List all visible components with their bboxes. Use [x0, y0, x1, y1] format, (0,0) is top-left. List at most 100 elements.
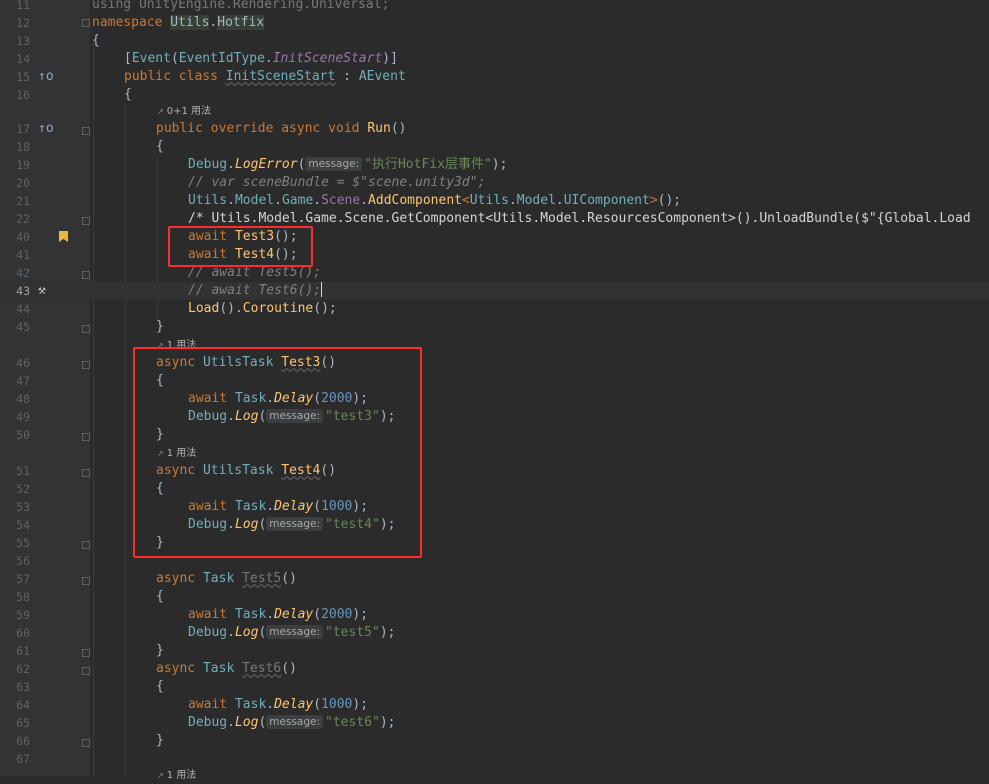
- code-line-60[interactable]: 60 Debug.Log(message: "test5");: [0, 624, 989, 642]
- line-number: 13: [16, 34, 30, 48]
- fold-marker[interactable]: [82, 667, 90, 675]
- line-number: 57: [16, 572, 30, 586]
- highlight-box: [133, 347, 422, 558]
- line-number: 40: [16, 230, 30, 244]
- line-number: 52: [16, 482, 30, 496]
- usage-hint[interactable]: ↗ 0+1 用法: [157, 104, 211, 120]
- code-line-65[interactable]: 65 Debug.Log(message: "test6");: [0, 714, 989, 732]
- bookmark-icon[interactable]: [59, 231, 68, 242]
- line-number: 60: [16, 626, 30, 640]
- code-line-64[interactable]: 64 await Task.Delay(1000);: [0, 696, 989, 714]
- line-number: 62: [16, 662, 30, 676]
- line-number: 16: [16, 88, 30, 102]
- code-line-16[interactable]: 16 {: [0, 86, 989, 104]
- line-number: 22: [16, 212, 30, 226]
- code-line-12[interactable]: 12 namespace Utils.Hotfix: [0, 14, 989, 32]
- line-number: 55: [16, 536, 30, 550]
- namespace-name: Utils: [170, 15, 210, 30]
- code-line-63[interactable]: 63 {: [0, 678, 989, 696]
- parameter-hint: message:: [266, 625, 324, 639]
- comment: // var sceneBundle = $"scene.unity3d";: [188, 175, 486, 190]
- code-line-11[interactable]: 11 using UnityEngine.Rendering.Universal…: [0, 0, 989, 14]
- fold-marker[interactable]: [82, 649, 90, 657]
- type-name: EventIdType: [178, 51, 265, 66]
- code-line-40[interactable]: 40 await Test3();: [0, 228, 989, 246]
- line-number: 49: [16, 410, 30, 424]
- overrides-icon[interactable]: ↑o: [38, 120, 54, 138]
- line-number: 42: [16, 266, 30, 280]
- keyword: namespace: [92, 15, 163, 30]
- line-number: 43: [16, 284, 30, 298]
- fold-marker[interactable]: [82, 541, 90, 549]
- code-line-18[interactable]: 18 {: [0, 138, 989, 156]
- line-number: 18: [16, 140, 30, 154]
- usage-icon: ↗: [157, 107, 164, 116]
- code-line-15[interactable]: 15 ↑o public class InitSceneStart : AEve…: [0, 68, 989, 86]
- code-line-14[interactable]: 14 [Event(EventIdType.InitSceneStart)]: [0, 50, 989, 68]
- code-line-41[interactable]: 41 await Test4();: [0, 246, 989, 264]
- fold-marker[interactable]: [82, 217, 90, 225]
- code-line-13[interactable]: 13 {: [0, 32, 989, 50]
- fold-marker[interactable]: [82, 361, 90, 369]
- code-line-62[interactable]: 62 async Task Test6(): [0, 660, 989, 678]
- code-line-22[interactable]: 22 /* Utils.Model.Game.Scene.GetComponen…: [0, 210, 989, 228]
- line-number: 47: [16, 374, 30, 388]
- fold-marker[interactable]: [82, 433, 90, 441]
- code-line-19[interactable]: 19 Debug.LogError(message: "执行HotFix层事件")…: [0, 156, 989, 174]
- line-number: 53: [16, 500, 30, 514]
- line-number: 46: [16, 356, 30, 370]
- keyword: public override async void: [156, 121, 360, 136]
- line-number: 59: [16, 608, 30, 622]
- line-number: 56: [16, 554, 30, 568]
- code-line-44[interactable]: 44 Load().Coroutine();: [0, 300, 989, 318]
- code-line-59[interactable]: 59 await Task.Delay(2000);: [0, 606, 989, 624]
- line-number: 67: [16, 752, 30, 766]
- attribute-name: Event: [131, 51, 171, 66]
- implements-icon[interactable]: ↑o: [38, 68, 54, 86]
- namespace-name: Hotfix: [217, 15, 265, 30]
- line-number: 17: [16, 122, 30, 136]
- line-number: 61: [16, 644, 30, 658]
- hammer-icon[interactable]: ⚒: [38, 282, 46, 300]
- usage-hint[interactable]: ↗ 1 用法: [157, 768, 196, 784]
- code-editor[interactable]: 11 using UnityEngine.Rendering.Universal…: [0, 0, 989, 781]
- code-line-66[interactable]: 66 }: [0, 732, 989, 750]
- line-number: 64: [16, 698, 30, 712]
- parameter-hint: message:: [305, 157, 363, 171]
- keyword: public class: [124, 69, 218, 84]
- code-text: using UnityEngine.Rendering.Universal;: [92, 0, 390, 12]
- line-number: 20: [16, 176, 30, 190]
- line-number: 15: [16, 70, 30, 84]
- fold-marker[interactable]: [82, 739, 90, 747]
- code-line-43[interactable]: 43 ⚒ // await Test6();: [0, 282, 989, 300]
- code-line-42[interactable]: 42 // await Test5();: [0, 264, 989, 282]
- line-number: 51: [16, 464, 30, 478]
- code-line-61[interactable]: 61 }: [0, 642, 989, 660]
- line-number: 54: [16, 518, 30, 532]
- line-number: 48: [16, 392, 30, 406]
- line-number: 65: [16, 716, 30, 730]
- fold-marker[interactable]: [82, 469, 90, 477]
- fold-marker[interactable]: [82, 577, 90, 585]
- line-number: 50: [16, 428, 30, 442]
- class-name: InitSceneStart: [225, 69, 336, 84]
- code-line-58[interactable]: 58 {: [0, 588, 989, 606]
- code-line-20[interactable]: 20 // var sceneBundle = $"scene.unity3d"…: [0, 174, 989, 192]
- line-number: 19: [16, 158, 30, 172]
- code-line-17[interactable]: 17 ↑o public override async void Run(): [0, 120, 989, 138]
- line-number: 58: [16, 590, 30, 604]
- line-number: 66: [16, 734, 30, 748]
- fold-marker[interactable]: [82, 127, 90, 135]
- line-number: 63: [16, 680, 30, 694]
- code-line-45[interactable]: 45 }: [0, 318, 989, 336]
- fold-marker[interactable]: [82, 325, 90, 333]
- line-number: 41: [16, 248, 30, 262]
- code-line-57[interactable]: 57 async Task Test5(): [0, 570, 989, 588]
- code-line-67[interactable]: 67: [0, 750, 989, 768]
- line-number: 45: [16, 320, 30, 334]
- enum-field: InitSceneStart: [272, 51, 383, 66]
- text-caret: [321, 282, 323, 297]
- fold-marker[interactable]: [82, 271, 90, 279]
- code-line-21[interactable]: 21 Utils.Model.Game.Scene.AddComponent<U…: [0, 192, 989, 210]
- fold-marker[interactable]: [82, 19, 90, 27]
